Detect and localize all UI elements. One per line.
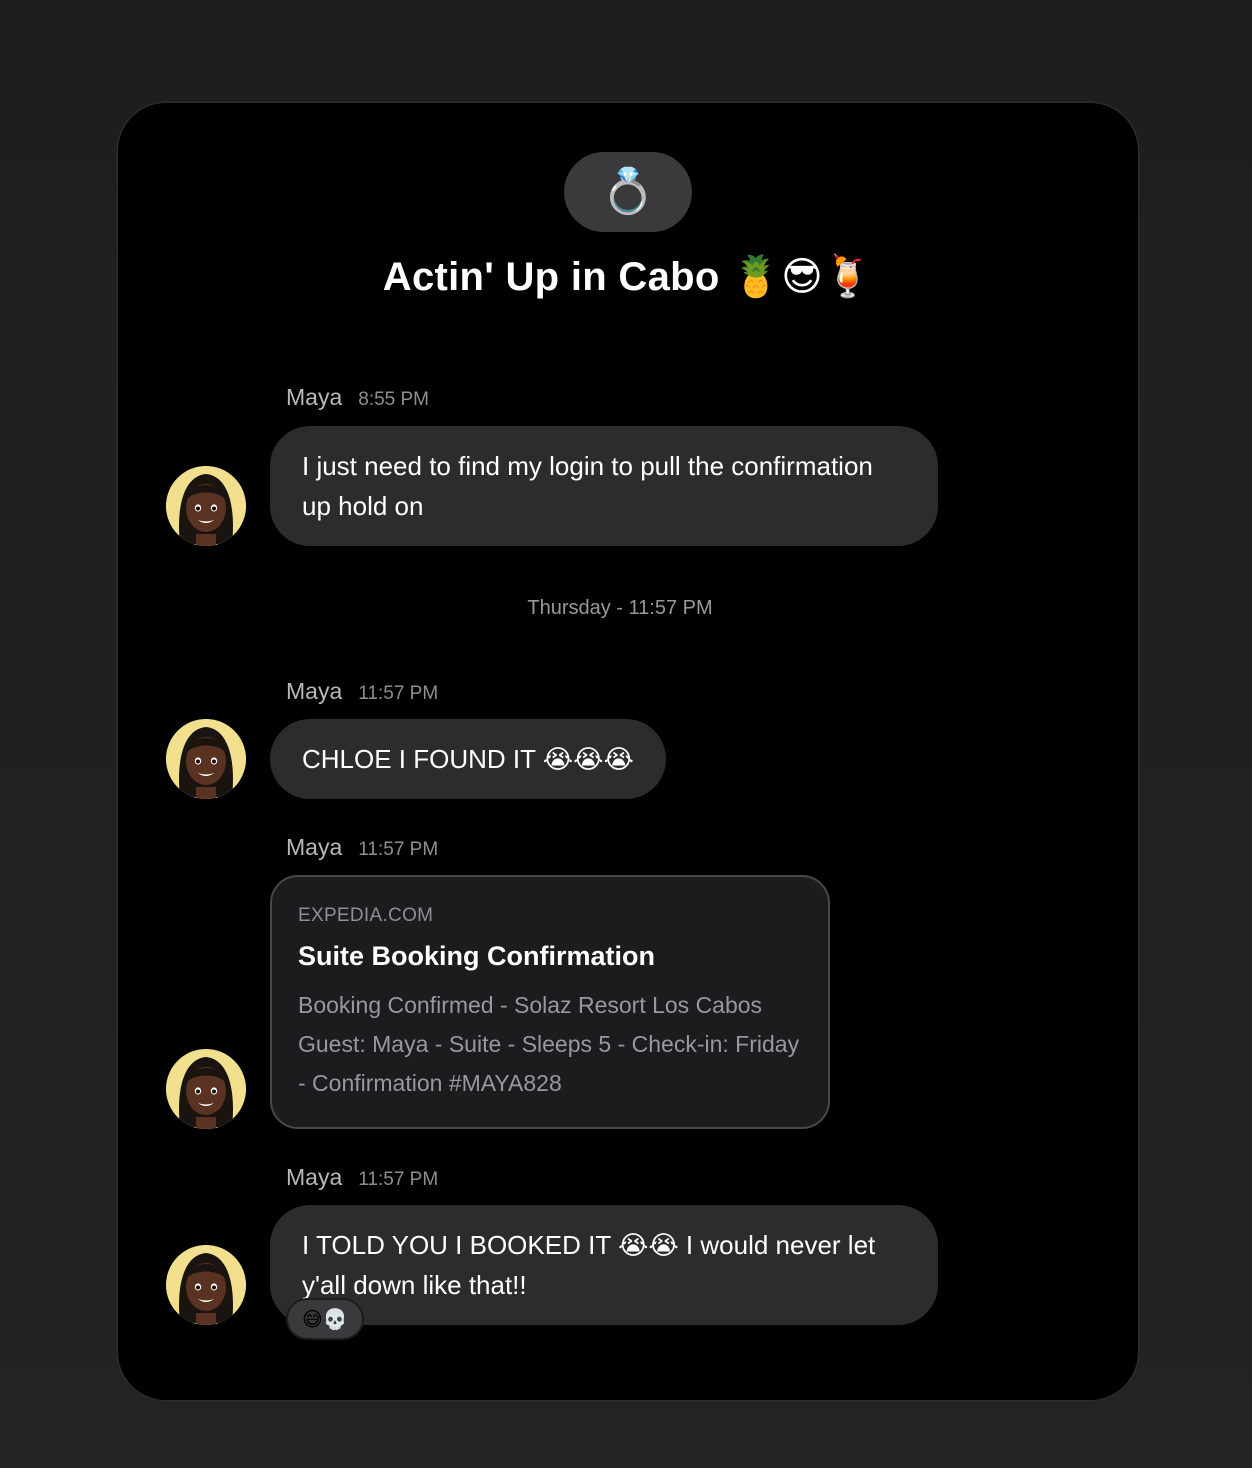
avatar-icon[interactable] bbox=[166, 1049, 246, 1129]
message-header: Maya 11:57 PM bbox=[286, 678, 438, 705]
sender-name: Maya bbox=[286, 678, 343, 704]
avatar-icon[interactable] bbox=[166, 1245, 246, 1325]
chat-panel: 💍 Actin' Up in Cabo 🍍😎🍹 Maya 8:55 PM I j… bbox=[118, 103, 1138, 1400]
sender-name: Maya bbox=[286, 384, 343, 410]
link-description: Booking Confirmed - Solaz Resort Los Cab… bbox=[298, 992, 800, 1096]
link-domain: EXPEDIA.COM bbox=[298, 905, 434, 926]
message-header: Maya 11:57 PM bbox=[286, 1164, 438, 1191]
message-bubble[interactable]: I just need to find my login to pull the… bbox=[270, 426, 938, 546]
message-time: 11:57 PM bbox=[358, 839, 439, 860]
message-time: 11:57 PM bbox=[358, 1169, 439, 1190]
date-divider: Thursday - 11:57 PM bbox=[527, 597, 713, 619]
link-preview-card[interactable]: EXPEDIA.COM Suite Booking Confirmation B… bbox=[270, 875, 830, 1129]
group-icon-glyph: 💍 bbox=[600, 167, 656, 216]
message-header: Maya 8:55 PM bbox=[286, 384, 429, 411]
message-header: Maya 11:57 PM bbox=[286, 834, 438, 861]
message-time: 11:57 PM bbox=[358, 683, 439, 704]
message-bubble[interactable]: I TOLD YOU I BOOKED IT 😭😭 I would never … bbox=[270, 1205, 938, 1325]
sender-name: Maya bbox=[286, 834, 343, 860]
group-title: Actin' Up in Cabo 🍍😎🍹 bbox=[382, 255, 874, 299]
ring-icon[interactable]: 💍 bbox=[564, 152, 692, 232]
link-title: Suite Booking Confirmation bbox=[298, 941, 655, 971]
message-bubble[interactable]: CHLOE I FOUND IT 😭😭😭 bbox=[270, 719, 666, 799]
sender-name: Maya bbox=[286, 1164, 343, 1190]
message-time: 8:55 PM bbox=[358, 389, 430, 410]
avatar-icon[interactable] bbox=[166, 466, 246, 546]
avatar-icon[interactable] bbox=[166, 719, 246, 799]
reaction-badge[interactable]: 😅💀 bbox=[286, 1298, 364, 1340]
